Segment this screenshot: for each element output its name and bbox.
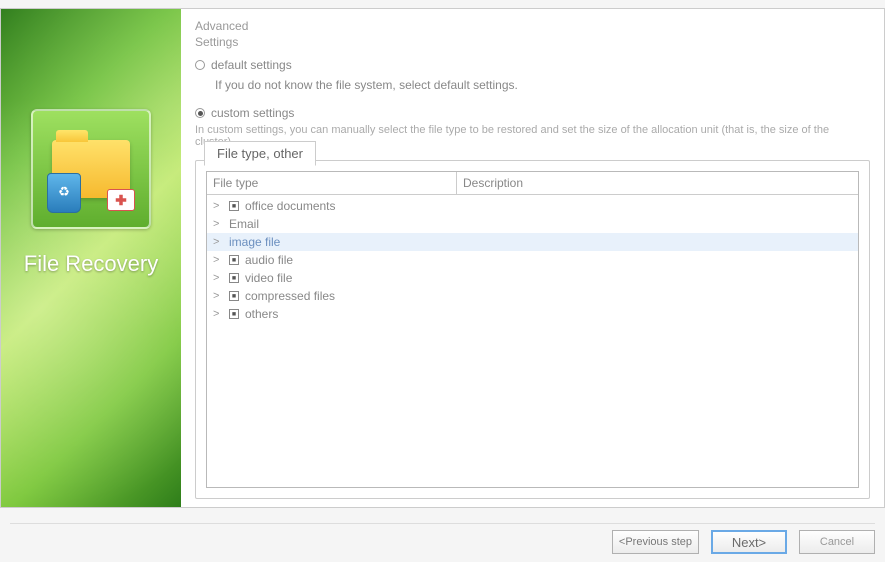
tree-body: > office documents > Email > image file > audio… bbox=[207, 195, 858, 487]
chevron-right-icon[interactable]: > bbox=[213, 200, 223, 212]
tree-row[interactable]: > Email bbox=[207, 215, 858, 233]
app-title: File Recovery bbox=[24, 251, 158, 277]
advanced-heading-line1: Advanced bbox=[195, 19, 248, 33]
tree-row[interactable]: > video file bbox=[207, 269, 858, 287]
tree-item-label: Email bbox=[229, 217, 259, 231]
filetype-panel: File type, other File type Description >… bbox=[195, 160, 870, 499]
tree-row[interactable]: > image file bbox=[207, 233, 858, 251]
tree-header: File type Description bbox=[207, 172, 858, 195]
checkbox[interactable] bbox=[229, 291, 239, 301]
filetype-tree: File type Description >office documents>… bbox=[206, 171, 859, 488]
default-settings-label: default settings bbox=[211, 58, 292, 72]
custom-settings-radio[interactable]: custom settings bbox=[195, 106, 870, 120]
tree-row[interactable]: > compressed files bbox=[207, 287, 858, 305]
medical-cross-icon bbox=[107, 189, 135, 211]
chevron-right-icon[interactable]: > bbox=[213, 272, 223, 284]
tree-row[interactable]: > office documents bbox=[207, 197, 858, 215]
chevron-right-icon[interactable]: > bbox=[213, 254, 223, 266]
tab-filetype[interactable]: File type, other bbox=[204, 141, 316, 166]
chevron-right-icon[interactable]: > bbox=[213, 236, 223, 248]
recycle-bin-icon bbox=[47, 173, 81, 213]
wizard-footer: <Previous step Next> Cancel bbox=[10, 523, 875, 554]
tree-item-label: audio file bbox=[245, 253, 293, 267]
tree-item-label: image file bbox=[229, 235, 280, 249]
tree-row[interactable]: > audio file bbox=[207, 251, 858, 269]
app-window: File Recovery Advanced Settings default … bbox=[0, 8, 885, 508]
cancel-button[interactable]: Cancel bbox=[799, 530, 875, 554]
main-panel: Advanced Settings default settings If yo… bbox=[181, 9, 884, 507]
radio-icon bbox=[195, 60, 205, 70]
advanced-heading-line2: Settings bbox=[195, 35, 238, 49]
sidebar: File Recovery bbox=[1, 9, 181, 507]
radio-icon bbox=[195, 108, 205, 118]
chevron-right-icon[interactable]: > bbox=[213, 290, 223, 302]
checkbox[interactable] bbox=[229, 201, 239, 211]
tree-item-label: video file bbox=[245, 271, 292, 285]
app-logo bbox=[31, 109, 151, 229]
col-file-type: File type bbox=[207, 172, 457, 194]
checkbox[interactable] bbox=[229, 309, 239, 319]
chevron-right-icon[interactable]: > bbox=[213, 218, 223, 230]
checkbox[interactable] bbox=[229, 255, 239, 265]
advanced-settings-heading: Advanced Settings bbox=[195, 19, 870, 50]
col-description: Description bbox=[457, 172, 858, 194]
tree-item-label: others bbox=[245, 307, 278, 321]
previous-button[interactable]: <Previous step bbox=[612, 530, 699, 554]
default-settings-hint: If you do not know the file system, sele… bbox=[215, 78, 870, 92]
checkbox[interactable] bbox=[229, 273, 239, 283]
next-button[interactable]: Next> bbox=[711, 530, 787, 554]
tree-item-label: compressed files bbox=[245, 289, 335, 303]
chevron-right-icon[interactable]: > bbox=[213, 308, 223, 320]
custom-settings-label: custom settings bbox=[211, 106, 294, 120]
tree-row[interactable]: > others bbox=[207, 305, 858, 323]
tree-item-label: office documents bbox=[245, 199, 336, 213]
default-settings-radio[interactable]: default settings bbox=[195, 58, 870, 72]
